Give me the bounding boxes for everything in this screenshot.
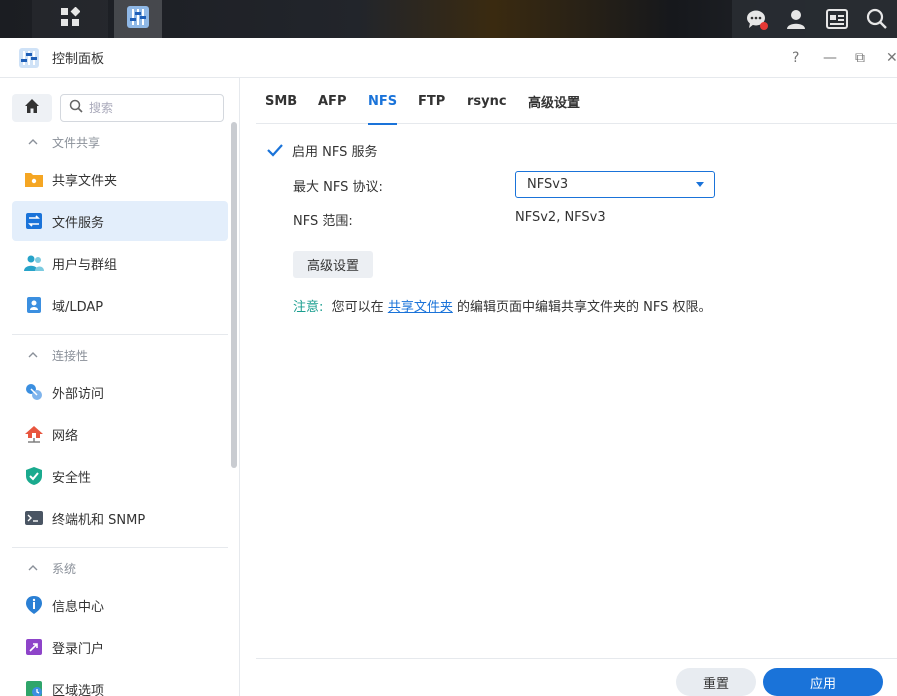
sidebar-item-label: 域/LDAP: [52, 299, 104, 315]
sidebar-item-regional-options[interactable]: 区域选项: [12, 669, 228, 696]
id-card-icon: [24, 295, 44, 315]
info-icon: [24, 595, 44, 615]
search-icon: [69, 99, 83, 117]
sidebar-item-label: 登录门户: [52, 641, 105, 657]
nfs-range-label: NFS 范围:: [293, 214, 353, 229]
terminal-icon: [24, 508, 44, 528]
main-menu-button[interactable]: [32, 0, 108, 38]
home-icon: [24, 98, 40, 118]
dropdown-caret-icon: [696, 182, 704, 187]
external-access-icon: [24, 382, 44, 402]
tab-ftp[interactable]: FTP: [418, 78, 445, 124]
section-file-sharing[interactable]: 文件共享: [12, 122, 228, 162]
minimize-button[interactable]: —: [823, 38, 837, 78]
sidebar: 文件共享 共享文件夹 文件服务 用户与群组 域/LDAP 连接性 外部访问 网络…: [0, 78, 240, 696]
nfs-range-value: NFSv2, NFSv3: [515, 210, 606, 225]
sidebar-item-label: 文件服务: [52, 215, 105, 231]
enable-nfs-label: 启用 NFS 服务: [292, 144, 378, 160]
tab-afp[interactable]: AFP: [318, 78, 346, 124]
restore-button[interactable]: ⧉: [855, 38, 865, 78]
grid-icon: [60, 6, 81, 31]
users-icon: [24, 253, 44, 273]
sidebar-item-label: 用户与群组: [52, 257, 118, 273]
control-panel-icon: [18, 47, 40, 69]
section-connectivity[interactable]: 连接性: [12, 335, 228, 375]
chat-icon[interactable]: [741, 4, 771, 34]
apply-button[interactable]: 应用: [763, 668, 883, 696]
sidebar-item-login-portal[interactable]: 登录门户: [12, 627, 228, 667]
sidebar-search[interactable]: [60, 94, 224, 122]
sidebar-item-domain-ldap[interactable]: 域/LDAP: [12, 285, 228, 325]
login-portal-icon: [24, 637, 44, 657]
tab-nfs[interactable]: NFS: [368, 78, 398, 125]
sidebar-item-file-services[interactable]: 文件服务: [12, 201, 228, 241]
sidebar-item-security[interactable]: 安全性: [12, 456, 228, 496]
folder-icon: [24, 169, 44, 189]
max-protocol-value: NFSv3: [527, 177, 569, 192]
reset-button[interactable]: 重置: [676, 668, 756, 696]
file-services-icon: [24, 211, 44, 231]
section-system[interactable]: 系统: [12, 548, 228, 588]
widgets-icon[interactable]: [822, 4, 852, 34]
taskbar-tray: [732, 0, 897, 38]
sidebar-item-network[interactable]: 网络: [12, 414, 228, 454]
close-button[interactable]: ✕: [886, 38, 897, 78]
section-label: 文件共享: [52, 135, 101, 150]
sidebar-item-label: 终端机和 SNMP: [52, 512, 146, 528]
network-house-icon: [24, 424, 44, 444]
sidebar-item-users-groups[interactable]: 用户与群组: [12, 243, 228, 283]
tab-bar: SMB AFP NFS FTP rsync 高级设置: [256, 78, 897, 125]
tab-smb[interactable]: SMB: [265, 78, 297, 124]
sidebar-item-terminal-snmp[interactable]: 终端机和 SNMP: [12, 498, 228, 538]
search-icon[interactable]: [862, 4, 892, 34]
chevron-up-icon: [28, 561, 38, 575]
note-text-after: 的编辑页面中编辑共享文件夹的 NFS 权限。: [456, 300, 712, 315]
taskbar-control-panel-button[interactable]: [114, 0, 162, 38]
shield-icon: [24, 466, 44, 486]
taskbar: [0, 0, 897, 38]
sidebar-item-shared-folder[interactable]: 共享文件夹: [12, 159, 228, 199]
sidebar-item-label: 外部访问: [52, 386, 105, 402]
window-title: 控制面板: [52, 52, 105, 67]
sidebar-item-info-center[interactable]: 信息中心: [12, 585, 228, 625]
sidebar-item-external-access[interactable]: 外部访问: [12, 372, 228, 412]
window-titlebar: 控制面板 ? — ⧉ ✕: [0, 38, 897, 78]
chevron-up-icon: [28, 348, 38, 362]
nfs-note: 注意: 您可以在 共享文件夹 的编辑页面中编辑共享文件夹的 NFS 权限。: [293, 296, 711, 315]
section-label: 连接性: [52, 348, 89, 363]
tab-rsync[interactable]: rsync: [467, 78, 507, 124]
sidebar-item-label: 共享文件夹: [52, 173, 118, 189]
max-protocol-select[interactable]: NFSv3: [515, 171, 715, 198]
sidebar-scrollbar[interactable]: [231, 122, 237, 468]
user-icon[interactable]: [781, 4, 811, 34]
regional-options-icon: [24, 679, 44, 696]
note-text-before: 您可以在: [331, 300, 384, 315]
sidebar-item-label: 网络: [52, 428, 79, 444]
help-button[interactable]: ?: [792, 38, 799, 78]
tab-advanced[interactable]: 高级设置: [528, 78, 580, 124]
search-input[interactable]: [89, 101, 209, 115]
shared-folder-link[interactable]: 共享文件夹: [388, 300, 453, 315]
enable-nfs-checkbox[interactable]: [266, 141, 284, 159]
enable-nfs-row[interactable]: 启用 NFS 服务: [266, 140, 378, 160]
sidebar-item-label: 安全性: [52, 470, 92, 486]
chevron-up-icon: [28, 135, 38, 149]
note-prefix: 注意:: [293, 300, 324, 315]
control-panel-icon: [126, 5, 150, 33]
section-label: 系统: [52, 561, 77, 576]
sidebar-item-label: 区域选项: [52, 683, 105, 696]
max-protocol-label: 最大 NFS 协议:: [293, 180, 383, 195]
home-button[interactable]: [12, 94, 52, 122]
advanced-settings-button[interactable]: 高级设置: [293, 251, 373, 278]
sidebar-item-label: 信息中心: [52, 599, 105, 615]
